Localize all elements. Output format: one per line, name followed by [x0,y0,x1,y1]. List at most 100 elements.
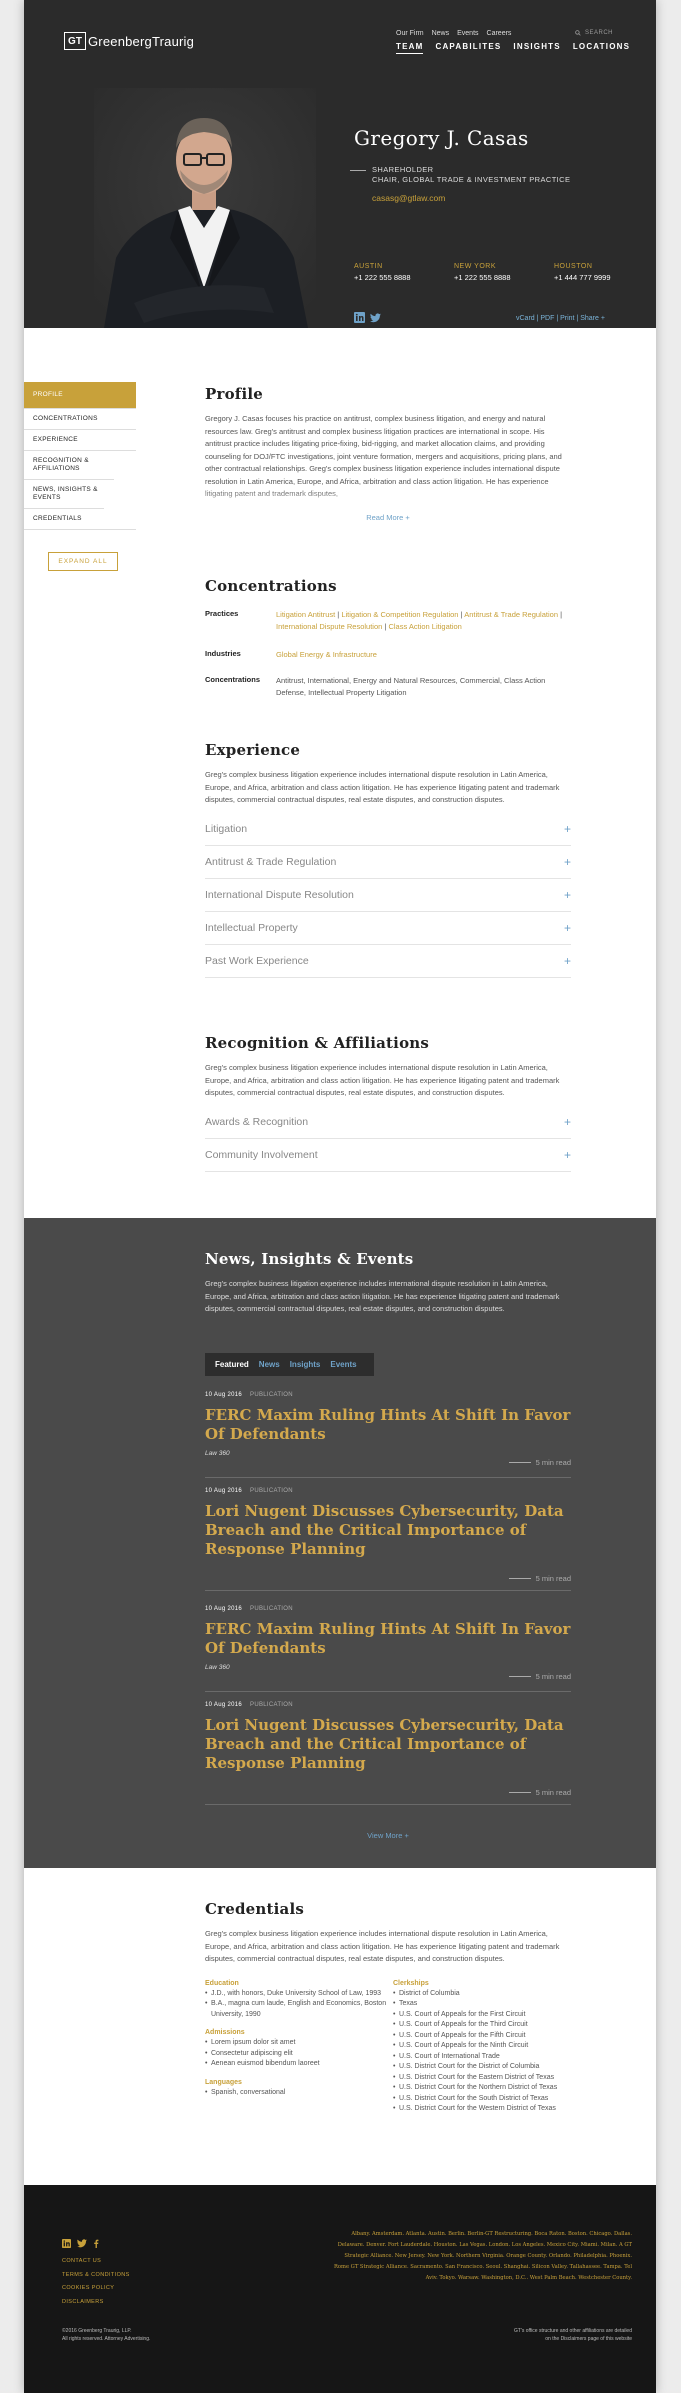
note-line: on the Disclaimers page of this website [545,2336,632,2342]
practice-link[interactable]: Litigation Antitrust [276,610,335,619]
footer-links: CONTACT US TERMS & CONDITIONS COOKIES PO… [62,2255,130,2309]
footer-link-disclaimers[interactable]: DISCLAIMERS [62,2296,130,2310]
tab-news[interactable]: News [259,1360,280,1369]
util-link-events[interactable]: Events [457,30,478,37]
footer-social [62,2235,99,2253]
accordion-intellectual-property[interactable]: Intellectual Property + [205,912,571,945]
office-phone[interactable]: +1 444 777 9999 [554,273,654,282]
expand-all-button[interactable]: EXPAND ALL [48,552,118,571]
twitter-icon[interactable] [77,2235,87,2253]
sidebar-item-credentials[interactable]: CREDENTIALS [24,509,136,530]
credentials-right-column: Clerkships District of Columbia Texas U.… [393,1980,571,2115]
nav-team[interactable]: TEAM [396,42,424,54]
nav-locations[interactable]: LOCATIONS [573,42,630,54]
credentials-section: Credentials Greg's complex business liti… [205,1900,571,2115]
article-card[interactable]: 10 Aug 2016 PUBLICATION FERC Maxim Ruling… [205,1606,571,1692]
accordion-title: Past Work Experience [205,954,309,967]
concentrations-section: Concentrations Practices Litigation Anti… [205,577,571,711]
section-title: Experience [205,741,301,759]
footer-link-terms[interactable]: TERMS & CONDITIONS [62,2269,130,2283]
plus-icon: + [563,920,571,935]
accordion-community[interactable]: Community Involvement + [205,1139,571,1172]
languages-heading: Languages [205,2078,242,2086]
view-more-link[interactable]: View More + [205,1831,571,1840]
search-field[interactable]: SEARCH [575,30,613,36]
practice-link[interactable]: International Dispute Resolution [276,622,382,631]
article-title[interactable]: FERC Maxim Ruling Hints At Shift In Favo… [205,1620,571,1658]
practice-link[interactable]: Litigation & Competition Regulation [341,610,458,619]
accordion-antitrust[interactable]: Antitrust & Trade Regulation + [205,846,571,879]
clerkships-heading: Clerkships [393,1979,429,1987]
accordion-title: International Dispute Resolution [205,888,354,901]
list-item: J.D., with honors, Duke University Schoo… [205,1989,393,2000]
linkedin-icon[interactable] [354,312,365,323]
accordion-litigation[interactable]: Litigation + [205,813,571,846]
search-icon [575,30,581,36]
industry-link[interactable]: Global Energy & Infrastructure [276,650,377,659]
attorney-email[interactable]: casasg@gtlaw.com [372,193,445,203]
list-item: U.S. Court of Appeals for the First Circ… [393,2010,571,2021]
article-card[interactable]: 10 Aug 2016 PUBLICATION Lori Nugent Discu… [205,1488,571,1591]
article-source: Law 360 [205,1664,230,1671]
accordion-past-work[interactable]: Past Work Experience + [205,945,571,978]
attorney-role: SHAREHOLDER [372,165,434,174]
linkedin-icon[interactable] [62,2235,71,2253]
attorney-portrait [94,88,316,328]
accordion-awards[interactable]: Awards & Recognition + [205,1106,571,1139]
tab-featured[interactable]: Featured [215,1360,249,1369]
footer-link-cookies[interactable]: COOKIES POLICY [62,2282,130,2296]
list-item: Lorem ipsum dolor sit amet [205,2038,393,2049]
article-date: 10 Aug 2016 [205,1702,243,1708]
list-item: Texas [393,1999,571,2010]
office-city[interactable]: NEW YORK [454,263,554,270]
read-more-link[interactable]: Read More + [205,513,571,522]
util-link-news[interactable]: News [432,30,450,37]
facebook-icon[interactable] [93,2235,99,2253]
article-title[interactable]: Lori Nugent Discusses Cybersecurity, Dat… [205,1716,571,1773]
office-phone[interactable]: +1 222 555 8888 [454,273,554,282]
profile-text: Gregory J. Casas focuses his practice on… [205,414,562,498]
nav-insights[interactable]: INSIGHTS [513,42,560,54]
article-card[interactable]: 10 Aug 2016 PUBLICATION Lori Nugent Discu… [205,1702,571,1805]
sidebar-item-concentrations[interactable]: CONCENTRATIONS [24,409,136,430]
list-item: U.S. Court of Appeals for the Fifth Circ… [393,2031,571,2042]
sidebar-item-experience[interactable]: EXPERIENCE [24,430,136,451]
footer-link-contact[interactable]: CONTACT US [62,2255,130,2269]
list-item: Aenean euismod bibendum laoreet [205,2059,393,2070]
article-title[interactable]: Lori Nugent Discusses Cybersecurity, Dat… [205,1502,571,1559]
logo[interactable]: GT GreenbergTraurig [64,32,194,50]
article-card[interactable]: 10 Aug 2016 PUBLICATION FERC Maxim Ruling… [205,1392,571,1478]
util-link-careers[interactable]: Careers [487,30,512,37]
sidebar-item-news[interactable]: NEWS, INSIGHTS & EVENTS [24,480,104,509]
news-text: Greg's complex business litigation exper… [205,1279,560,1313]
tab-events[interactable]: Events [330,1360,356,1369]
sidebar-item-profile[interactable]: PROFILE [24,382,136,409]
vcard-pdf-print-share-links[interactable]: vCard | PDF | Print | Share + [516,315,605,322]
office-city[interactable]: AUSTIN [354,263,454,270]
read-time: 5 min read [509,1788,571,1797]
nav-capabilities[interactable]: CAPABILITES [435,42,501,54]
accordion-title: Antitrust & Trade Regulation [205,855,337,868]
tab-insights[interactable]: Insights [290,1360,321,1369]
concentrations-label: Concentrations [205,675,261,684]
office-list: AUSTIN +1 222 555 8888 NEW YORK +1 222 5… [354,263,654,282]
attorney-name: Gregory J. Casas [354,126,529,150]
office-phone[interactable]: +1 222 555 8888 [354,273,454,282]
util-link-our-firm[interactable]: Our Firm [396,30,424,37]
education-list: J.D., with honors, Duke University Schoo… [205,1989,393,2021]
accordion-dispute-resolution[interactable]: International Dispute Resolution + [205,879,571,912]
sidebar-item-recognition[interactable]: RECOGNITION & AFFILIATIONS [24,451,114,480]
practice-link[interactable]: Antitrust & Trade Regulation [464,610,558,619]
office-city[interactable]: HOUSTON [554,263,654,270]
article-date: 10 Aug 2016 [205,1488,243,1494]
read-time: 5 min read [509,1458,571,1467]
education-heading: Education [205,1979,239,1987]
experience-section: Experience Greg's complex business litig… [205,741,571,978]
practice-link[interactable]: Class Action Litigation [388,622,461,631]
office-austin: AUSTIN +1 222 555 8888 [354,263,454,282]
twitter-icon[interactable] [370,312,381,323]
accordion-title: Litigation [205,822,248,835]
article-title[interactable]: FERC Maxim Ruling Hints At Shift In Favo… [205,1406,571,1444]
news-insights-events-section: News, Insights & Events Greg's complex b… [24,1218,656,1868]
office-locations-list[interactable]: Albany. Amsterdam. Atlanta. Austin. Berl… [332,2229,632,2284]
